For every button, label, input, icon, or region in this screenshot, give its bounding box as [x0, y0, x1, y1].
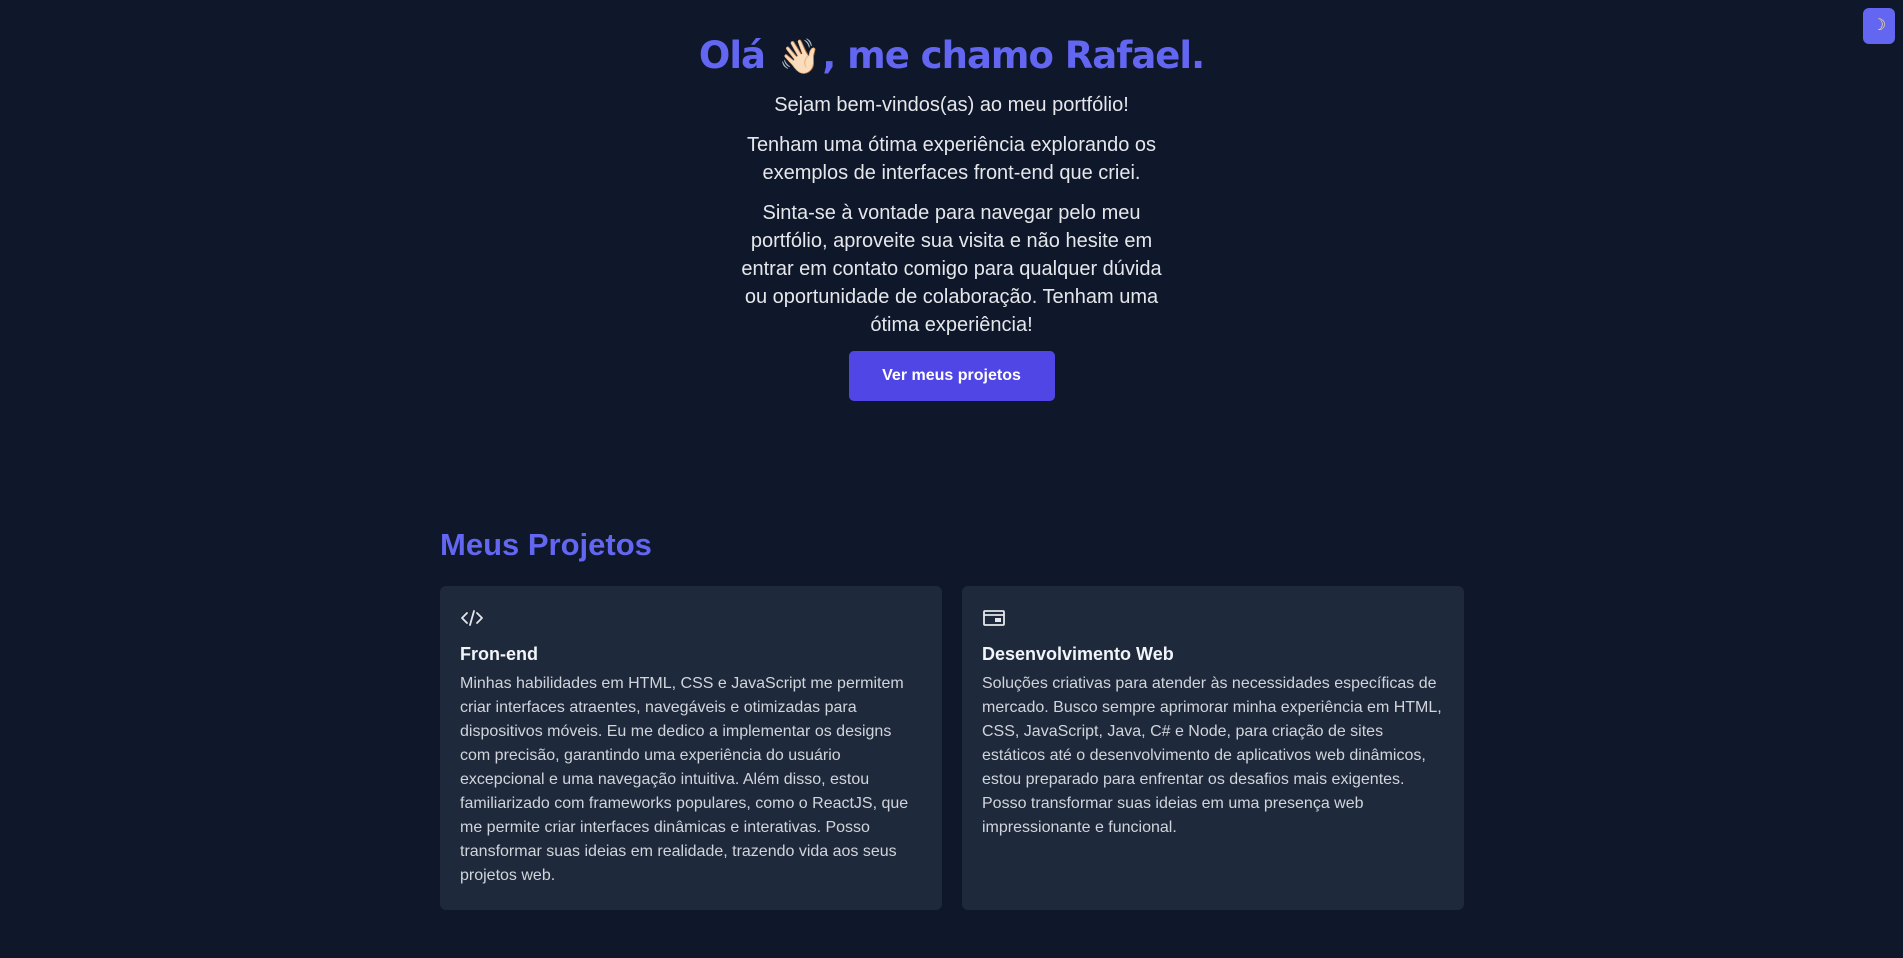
project-cards: Fron-end Minhas habilidades em HTML, CSS…: [440, 586, 1464, 910]
waving-hand-icon: 👋🏻: [778, 37, 821, 77]
hero-title-greeting: Olá: [698, 34, 766, 77]
code-icon: [461, 610, 483, 626]
project-card-description: Minhas habilidades em HTML, CSS e JavaSc…: [460, 675, 909, 884]
hero-title: Olá 👋🏻, me chamo Rafael.: [0, 30, 1903, 83]
project-card-title: Desenvolvimento Web: [982, 644, 1174, 664]
hero-section: Olá 👋🏻, me chamo Rafael. Sejam bem-vindo…: [0, 30, 1903, 401]
view-projects-button[interactable]: Ver meus projetos: [848, 351, 1055, 401]
hero-intro-text: Tenham uma ótima experiência explorando …: [746, 134, 1157, 184]
hero-invite-text: Sinta-se à vontade para navegar pelo meu…: [741, 202, 1162, 336]
browser-window-icon: [983, 610, 1005, 626]
projects-heading: Meus Projetos: [440, 527, 652, 562]
project-card-title: Fron-end: [460, 644, 538, 664]
hero-welcome-text: Sejam bem-vindos(as) ao meu portfólio!: [774, 94, 1129, 116]
project-card-frontend: Fron-end Minhas habilidades em HTML, CSS…: [440, 586, 942, 910]
hero-title-name: , me chamo Rafael.: [822, 34, 1205, 77]
projects-section: Meus Projetos Fron-end Minhas habilidade…: [440, 524, 1464, 910]
project-card-web-development: Desenvolvimento Web Soluções criativas p…: [962, 586, 1464, 910]
project-card-description: Soluções criativas para atender às neces…: [982, 675, 1442, 836]
